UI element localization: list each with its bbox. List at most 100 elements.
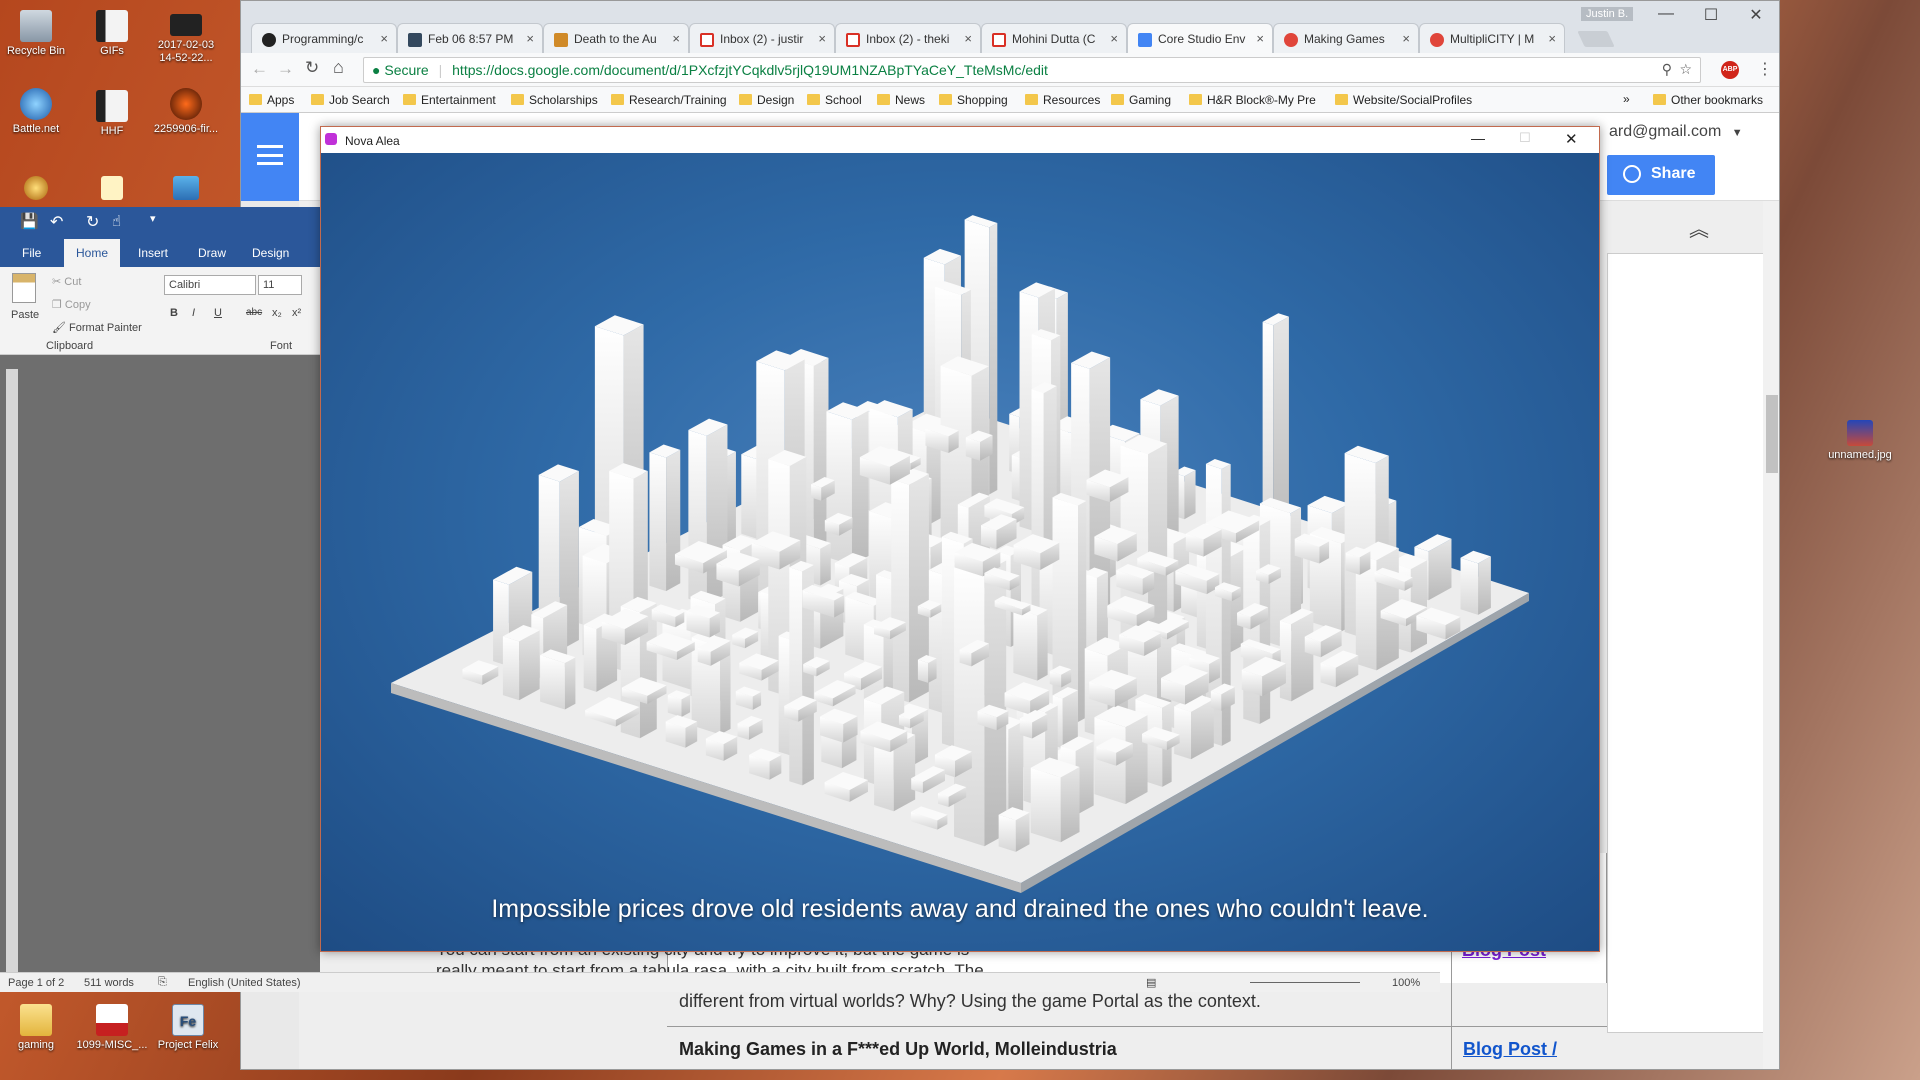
- menu-icon[interactable]: ⋮: [1757, 59, 1773, 79]
- tab-design[interactable]: Design: [252, 246, 289, 260]
- proofing-icon[interactable]: ⎘: [158, 976, 167, 989]
- desktop-icon-screenshot[interactable]: 2017-02-03 14-52-22...: [150, 14, 222, 65]
- bookmark-shopping[interactable]: Shopping: [939, 93, 1008, 107]
- language[interactable]: English (United States): [188, 977, 301, 989]
- italic-button[interactable]: I: [192, 307, 195, 319]
- strikethrough-button[interactable]: abc: [246, 307, 262, 318]
- tab-file[interactable]: File: [22, 246, 41, 260]
- profile-name[interactable]: Justin B.: [1581, 7, 1634, 21]
- close-window-button[interactable]: ✕: [1736, 5, 1776, 25]
- close-icon[interactable]: ×: [1256, 31, 1264, 46]
- close-window-button[interactable]: ✕: [1565, 130, 1578, 148]
- font-size-select[interactable]: 11: [258, 275, 302, 295]
- close-icon[interactable]: ×: [818, 31, 826, 46]
- search-icon[interactable]: ⚲: [1662, 61, 1672, 78]
- superscript-button[interactable]: x²: [292, 307, 301, 319]
- maximize-button[interactable]: ☐: [1519, 130, 1531, 146]
- view-icon[interactable]: ▤: [1146, 976, 1156, 989]
- tab-inbox-2[interactable]: Inbox (2) - theki ×: [835, 23, 981, 53]
- collapse-icon[interactable]: ︽: [1689, 213, 1709, 242]
- new-tab-button[interactable]: [1577, 31, 1615, 47]
- underline-button[interactable]: U: [214, 307, 222, 319]
- font-name-select[interactable]: Calibri: [164, 275, 256, 295]
- star-icon[interactable]: ☆: [1679, 61, 1692, 78]
- close-icon[interactable]: ×: [1548, 31, 1556, 46]
- subscript-button[interactable]: x₂: [272, 307, 282, 319]
- desktop-icon-recycle-bin[interactable]: Recycle Bin: [0, 10, 72, 58]
- game-scene[interactable]: Impossible prices drove old residents aw…: [321, 153, 1599, 951]
- bookmark-resources[interactable]: Resources: [1025, 93, 1100, 107]
- tab-mohini[interactable]: Mohini Dutta (C ×: [981, 23, 1127, 53]
- adblock-icon[interactable]: ABP: [1721, 61, 1739, 79]
- desktop-icon-image[interactable]: 2259906-fir...: [150, 88, 222, 136]
- save-icon[interactable]: 💾: [20, 212, 39, 230]
- customize-icon[interactable]: ▾: [150, 212, 156, 225]
- desktop-icon-gifs[interactable]: GIFs: [76, 10, 148, 58]
- forward-icon[interactable]: →: [277, 59, 294, 79]
- word-count[interactable]: 511 words: [84, 977, 134, 989]
- copy-button[interactable]: ❐ Copy: [52, 298, 91, 311]
- tab-home[interactable]: Home: [64, 239, 121, 268]
- format-painter-button[interactable]: 🖌 Format Painter: [52, 321, 142, 334]
- bookmark-news[interactable]: News: [877, 93, 925, 107]
- reload-icon[interactable]: ↻: [305, 58, 319, 78]
- chevron-right-icon[interactable]: »: [1623, 92, 1630, 106]
- address-bar[interactable]: ● Secure | https://docs.google.com/docum…: [363, 57, 1701, 83]
- tab-core-studio[interactable]: Core Studio Env ×: [1127, 23, 1273, 53]
- back-icon[interactable]: ←: [251, 59, 268, 79]
- cut-button[interactable]: ✂ Cut: [52, 275, 81, 288]
- bookmark-other[interactable]: Other bookmarks: [1653, 93, 1763, 107]
- share-button[interactable]: Share: [1607, 155, 1715, 195]
- scrollbar-thumb[interactable]: [1766, 395, 1778, 473]
- desktop-icon-hhf[interactable]: HHF: [76, 90, 148, 138]
- desktop-icon-d[interactable]: [0, 176, 72, 203]
- desktop-icon-pdf[interactable]: 1099-MISC_...: [76, 1004, 148, 1052]
- tab-feb06[interactable]: Feb 06 8:57 PM ×: [397, 23, 543, 53]
- desktop-icon-app[interactable]: [150, 176, 222, 203]
- minimize-button[interactable]: —: [1471, 130, 1485, 146]
- desktop-icon-battlenet[interactable]: Battle.net: [0, 88, 72, 136]
- minimize-button[interactable]: —: [1646, 5, 1686, 23]
- redo-icon[interactable]: ↻: [86, 212, 99, 232]
- paste-button[interactable]: Paste: [11, 309, 39, 321]
- doc-row-link[interactable]: Blog Post /: [1463, 1039, 1557, 1060]
- zoom-slider[interactable]: [1250, 982, 1360, 983]
- bookmark-school[interactable]: School: [807, 93, 862, 107]
- paste-icon[interactable]: [12, 273, 36, 303]
- zoom-level[interactable]: 100%: [1392, 977, 1420, 989]
- docs-logo[interactable]: [241, 113, 299, 201]
- desktop-icon-gaming[interactable]: gaming: [0, 1004, 72, 1052]
- bookmark-hrblock[interactable]: H&R Block®-My Pre: [1189, 93, 1316, 107]
- bookmark-apps[interactable]: Apps: [249, 93, 294, 107]
- bookmark-entertainment[interactable]: Entertainment: [403, 93, 496, 107]
- desktop-icon-file[interactable]: [76, 176, 148, 203]
- bold-button[interactable]: B: [170, 307, 178, 319]
- tab-multiplicity[interactable]: MultipliCITY | M ×: [1419, 23, 1565, 53]
- undo-icon[interactable]: ↶: [50, 212, 63, 232]
- bookmark-research[interactable]: Research/Training: [611, 93, 727, 107]
- tab-programming[interactable]: Programming/c ×: [251, 23, 397, 53]
- account-email[interactable]: ard@gmail.com ▼: [1609, 123, 1743, 141]
- home-icon[interactable]: ⌂: [333, 57, 344, 78]
- tab-draw[interactable]: Draw: [198, 246, 226, 260]
- tab-insert[interactable]: Insert: [138, 246, 168, 260]
- scrollbar-track[interactable]: [1763, 201, 1779, 1069]
- desktop-icon-project-felix[interactable]: Fe Project Felix: [152, 1004, 224, 1052]
- maximize-button[interactable]: ☐: [1691, 5, 1731, 25]
- tab-death[interactable]: Death to the Au ×: [543, 23, 689, 53]
- close-icon[interactable]: ×: [1402, 31, 1410, 46]
- page-count[interactable]: Page 1 of 2: [8, 977, 64, 989]
- close-icon[interactable]: ×: [1110, 31, 1118, 46]
- bookmark-scholarships[interactable]: Scholarships: [511, 93, 598, 107]
- desktop-icon-unnamed[interactable]: unnamed.jpg: [1824, 420, 1896, 462]
- bookmark-job-search[interactable]: Job Search: [311, 93, 390, 107]
- bookmark-gaming[interactable]: Gaming: [1111, 93, 1171, 107]
- close-icon[interactable]: ×: [526, 31, 534, 46]
- tab-making-games[interactable]: Making Games ×: [1273, 23, 1419, 53]
- bookmark-website[interactable]: Website/SocialProfiles: [1335, 93, 1472, 107]
- tab-inbox-1[interactable]: Inbox (2) - justir ×: [689, 23, 835, 53]
- touch-icon[interactable]: ☝: [112, 212, 121, 230]
- close-icon[interactable]: ×: [380, 31, 388, 46]
- close-icon[interactable]: ×: [964, 31, 972, 46]
- bookmark-design[interactable]: Design: [739, 93, 794, 107]
